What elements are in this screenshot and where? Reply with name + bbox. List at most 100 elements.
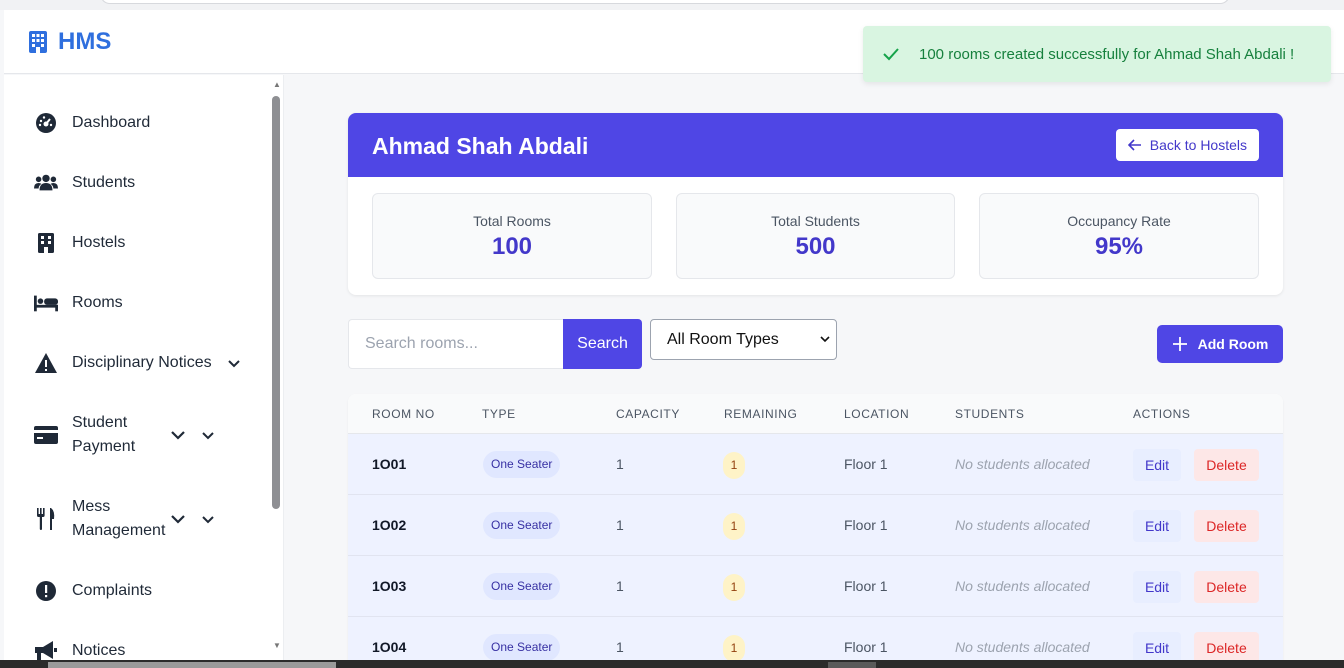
back-button-label: Back to Hostels <box>1149 137 1247 153</box>
scroll-up-arrow[interactable]: ▲ <box>272 81 282 89</box>
sidebar-item-label: Students <box>72 174 136 191</box>
toast-message: 100 rooms created successfully for Ahmad… <box>919 45 1295 63</box>
sidebar: Dashboard Students Hostels Rooms Discipl… <box>4 75 284 660</box>
location-value: Floor 1 <box>844 639 888 655</box>
sidebar-item-student-payment[interactable]: Student Payment <box>34 411 216 459</box>
edit-room-button[interactable]: Edit <box>1133 449 1181 481</box>
utensils-icon <box>34 507 58 531</box>
capacity-value: 1 <box>616 578 624 594</box>
sidebar-item-mess-management[interactable]: Mess Management <box>34 495 216 543</box>
room-type-badge: One Seater <box>483 451 561 478</box>
delete-room-button[interactable]: Delete <box>1194 571 1259 603</box>
column-header: ACTIONS <box>1133 407 1191 421</box>
remaining-badge: 1 <box>723 635 745 662</box>
stat-total-rooms: Total Rooms 100 <box>372 193 652 279</box>
chevron-down-icon <box>820 336 830 343</box>
plus-icon <box>1172 337 1187 351</box>
rooms-table: ROOM NO TYPE CAPACITY REMAINING LOCATION… <box>348 394 1283 664</box>
edit-room-button[interactable]: Edit <box>1133 571 1181 603</box>
chevron-down-icon[interactable] <box>170 511 186 527</box>
students-value: No students allocated <box>955 456 1090 472</box>
stat-label: Total Rooms <box>473 213 551 229</box>
megaphone-icon <box>34 639 58 660</box>
back-to-hostels-button[interactable]: Back to Hostels <box>1115 129 1259 161</box>
sidebar-item-label: Disciplinary Notices <box>72 354 212 371</box>
sidebar-item-label: Mess Management <box>72 498 166 539</box>
room-type-select[interactable]: All Room Types <box>650 319 837 360</box>
stat-occupancy-rate: Occupancy Rate 95% <box>979 193 1259 279</box>
location-value: Floor 1 <box>844 578 888 594</box>
search-button[interactable]: Search <box>563 319 642 369</box>
stat-label: Total Students <box>771 213 860 229</box>
stat-label: Occupancy Rate <box>1067 213 1171 229</box>
remaining-badge: 1 <box>723 452 745 479</box>
add-room-button[interactable]: Add Room <box>1157 325 1283 363</box>
table-row[interactable]: 1O04 One Seater 1 1 Floor 1 No students … <box>348 617 1283 664</box>
sidebar-item-label: Student Payment <box>72 414 136 455</box>
brand-logo[interactable]: HMS <box>28 28 111 56</box>
room-type-badge: One Seater <box>483 573 561 600</box>
sidebar-item-hostels[interactable]: Hostels <box>34 231 125 255</box>
sidebar-item-rooms[interactable]: Rooms <box>34 291 123 315</box>
stat-total-students: Total Students 500 <box>676 193 955 279</box>
dashboard-icon <box>34 111 58 135</box>
stat-value: 95% <box>1094 233 1144 260</box>
alert-circle-icon <box>34 579 58 603</box>
taskbar-strip <box>0 660 1344 668</box>
room-type-badge: One Seater <box>483 512 561 539</box>
arrow-left-icon <box>1127 139 1141 151</box>
delete-room-button[interactable]: Delete <box>1194 510 1259 542</box>
location-value: Floor 1 <box>844 456 888 472</box>
chevron-down-icon[interactable] <box>200 427 216 443</box>
column-header: REMAINING <box>724 407 798 421</box>
building-icon <box>29 31 47 53</box>
building-icon <box>34 231 58 255</box>
bed-icon <box>34 291 58 315</box>
sidebar-item-notices[interactable]: Notices <box>34 639 125 660</box>
table-header: ROOM NO TYPE CAPACITY REMAINING LOCATION… <box>348 394 1283 434</box>
browser-address-bar-edge <box>100 0 1230 4</box>
remaining-badge: 1 <box>723 574 745 601</box>
stat-value: 100 <box>491 233 533 260</box>
sidebar-item-label: Rooms <box>72 294 123 311</box>
column-header: TYPE <box>482 407 516 421</box>
column-header: LOCATION <box>844 407 910 421</box>
table-row[interactable]: 1O02 One Seater 1 1 Floor 1 No students … <box>348 495 1283 556</box>
students-value: No students allocated <box>955 578 1090 594</box>
chevron-down-icon[interactable] <box>226 355 242 371</box>
room-number: 1O03 <box>372 578 407 594</box>
remaining-badge: 1 <box>723 513 745 540</box>
column-header: STUDENTS <box>955 407 1025 421</box>
sidebar-item-students[interactable]: Students <box>34 171 135 195</box>
sidebar-item-label: Complaints <box>72 582 153 599</box>
search-rooms-input[interactable] <box>348 319 564 369</box>
edit-room-button[interactable]: Edit <box>1133 510 1181 542</box>
sidebar-item-label: Dashboard <box>72 114 151 131</box>
capacity-value: 1 <box>616 517 624 533</box>
taskbar-segment <box>48 662 336 668</box>
warning-icon <box>34 351 58 375</box>
success-toast: 100 rooms created successfully for Ahmad… <box>863 26 1331 82</box>
table-row[interactable]: 1O03 One Seater 1 1 Floor 1 No students … <box>348 556 1283 617</box>
table-row[interactable]: 1O01 One Seater 1 1 Floor 1 No students … <box>348 434 1283 495</box>
sidebar-item-label: Hostels <box>72 234 126 251</box>
sidebar-scrollbar-thumb[interactable] <box>272 96 280 509</box>
location-value: Floor 1 <box>844 517 888 533</box>
scroll-down-arrow[interactable]: ▼ <box>272 642 282 650</box>
add-room-label: Add Room <box>1197 336 1269 352</box>
chevron-down-icon[interactable] <box>200 511 216 527</box>
sidebar-item-dashboard[interactable]: Dashboard <box>34 111 150 135</box>
hostel-summary-card: Ahmad Shah Abdali Back to Hostels Total … <box>348 113 1283 295</box>
students-value: No students allocated <box>955 639 1090 655</box>
stat-value: 500 <box>795 233 836 260</box>
capacity-value: 1 <box>616 456 624 472</box>
room-type-badge: One Seater <box>483 634 561 661</box>
students-value: No students allocated <box>955 517 1090 533</box>
sidebar-item-complaints[interactable]: Complaints <box>34 579 152 603</box>
checkmark-icon <box>883 48 899 61</box>
chevron-down-icon[interactable] <box>170 427 186 443</box>
room-type-selected: All Room Types <box>667 330 779 348</box>
sidebar-item-disciplinary-notices[interactable]: Disciplinary Notices <box>34 351 242 375</box>
delete-room-button[interactable]: Delete <box>1194 449 1259 481</box>
browser-top-strip <box>0 0 1344 10</box>
